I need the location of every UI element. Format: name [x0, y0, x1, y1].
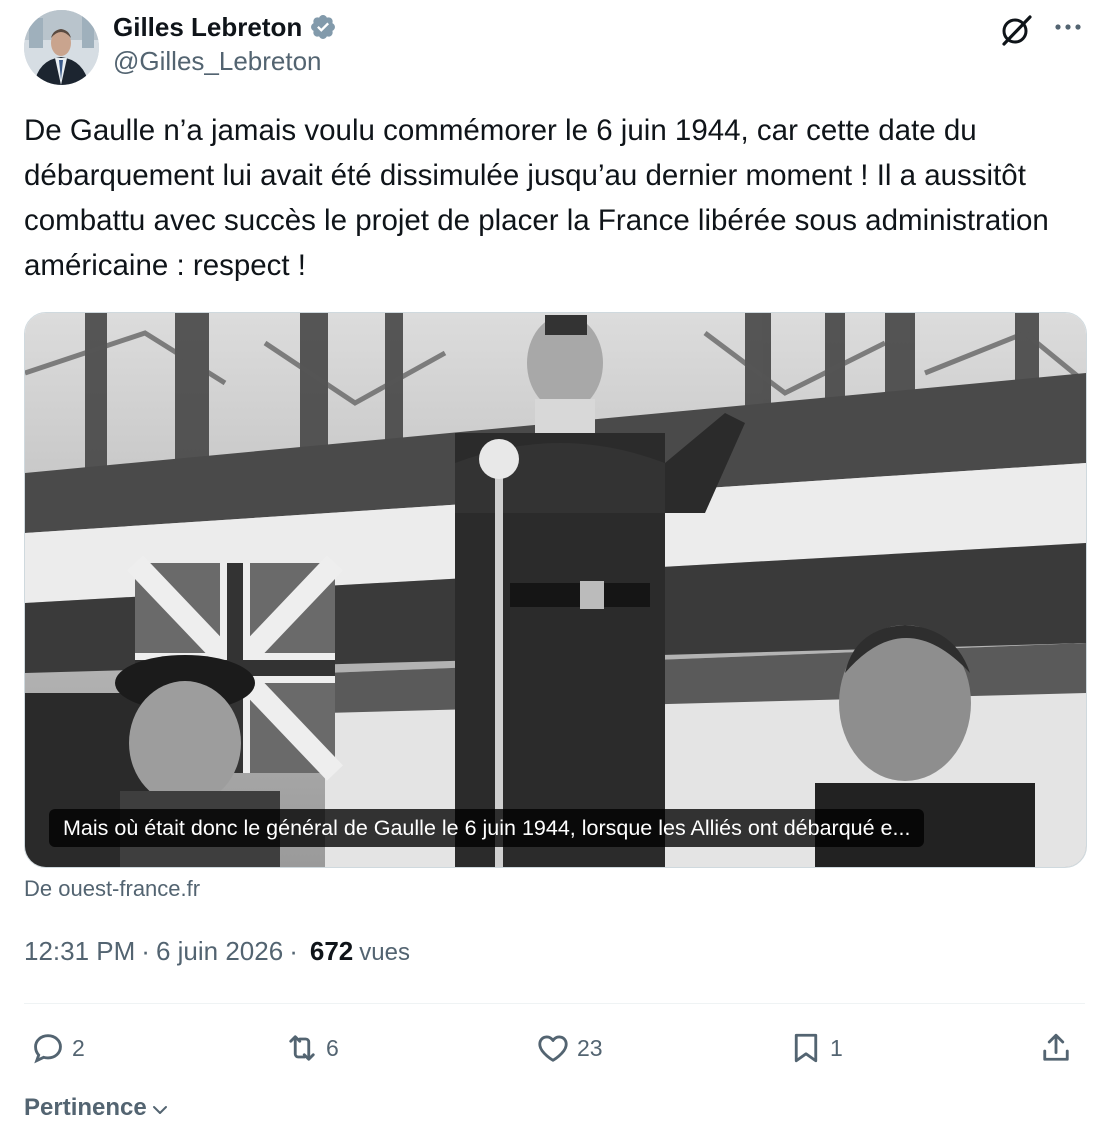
more-options-icon[interactable]: [1050, 12, 1086, 42]
author-name-row[interactable]: Gilles Lebreton: [113, 10, 337, 44]
avatar[interactable]: [24, 10, 99, 85]
share-icon: [1043, 1033, 1069, 1061]
chevron-down-icon: [152, 1106, 167, 1114]
meta-separator: ·: [289, 936, 298, 966]
link-card-caption[interactable]: Mais où était donc le général de Gaulle …: [49, 809, 925, 847]
author-name[interactable]: Gilles Lebreton: [113, 12, 302, 43]
repost-count: 6: [326, 1034, 339, 1061]
link-source[interactable]: De ouest-france.fr: [24, 876, 200, 902]
author-handle[interactable]: @Gilles_Lebreton: [113, 46, 322, 77]
sort-label: Pertinence: [24, 1094, 147, 1121]
repost-icon: [289, 1035, 315, 1061]
views-count: 672: [309, 936, 354, 966]
bookmark-icon: [794, 1033, 818, 1063]
link-card[interactable]: Mais où était donc le général de Gaulle …: [24, 312, 1087, 868]
tweet-time[interactable]: 12:31 PM: [24, 936, 135, 967]
bookmark-button[interactable]: 1: [788, 1030, 843, 1066]
tweet-date[interactable]: 6 juin 2026: [156, 936, 283, 967]
divider: [24, 1003, 1085, 1004]
heart-icon: [538, 1035, 568, 1062]
views-label: vues: [359, 939, 410, 966]
bookmark-count: 1: [830, 1034, 843, 1061]
link-card-image: [25, 313, 1086, 867]
like-count: 23: [577, 1034, 603, 1061]
tweet-meta: 12:31 PM · 6 juin 2026 · 672 vues: [24, 936, 410, 967]
verified-badge-icon: [311, 15, 336, 39]
sort-dropdown[interactable]: Pertinence: [24, 1094, 170, 1122]
meta-separator: ·: [141, 936, 150, 966]
repost-button[interactable]: 6: [284, 1030, 339, 1066]
grok-icon[interactable]: [998, 12, 1034, 48]
reply-count: 2: [72, 1034, 85, 1061]
avatar-image: [24, 10, 99, 85]
tweet-text: De Gaulle n’a jamais voulu commémorer le…: [24, 114, 1058, 282]
share-button[interactable]: [1038, 1030, 1074, 1066]
like-button[interactable]: 23: [535, 1030, 603, 1066]
reply-button[interactable]: 2: [30, 1030, 85, 1066]
reply-icon: [34, 1034, 62, 1064]
